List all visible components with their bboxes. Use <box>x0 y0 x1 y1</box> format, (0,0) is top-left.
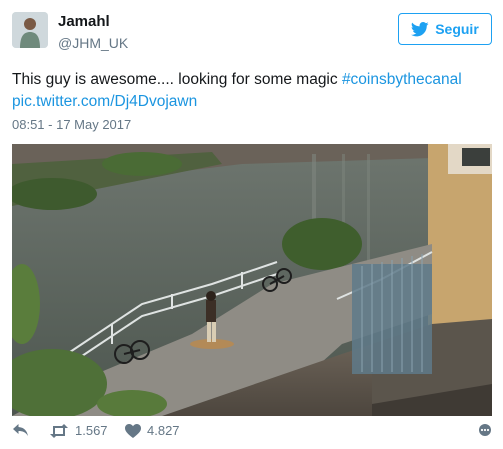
hashtag-link[interactable]: #coinsbythecanal <box>342 71 462 88</box>
twitter-bird-icon <box>411 21 429 37</box>
heart-icon <box>125 423 141 438</box>
like-count: 4.827 <box>147 423 180 438</box>
reply-icon <box>12 423 29 437</box>
avatar-image <box>12 12 48 48</box>
author-name[interactable]: Jamahl <box>58 13 110 30</box>
tweet-media[interactable] <box>12 144 492 416</box>
tweet-timestamp[interactable]: 08:51 - 17 May 2017 <box>12 117 131 132</box>
more-button[interactable] <box>478 423 492 437</box>
tweet-text: This guy is awesome.... looking for some… <box>12 69 492 113</box>
author-handle[interactable]: @JHM_UK <box>58 35 128 51</box>
more-icon <box>478 423 492 437</box>
retweet-icon <box>49 423 69 438</box>
like-button[interactable]: 4.827 <box>125 423 180 438</box>
follow-label: Seguir <box>435 21 479 37</box>
retweet-count: 1.567 <box>75 423 108 438</box>
tweet-card: Jamahl @JHM_UK Seguir This guy is awesom… <box>0 0 503 449</box>
reply-button[interactable] <box>12 423 29 437</box>
canal-photo <box>12 144 492 416</box>
media-link[interactable]: pic.twitter.com/Dj4Dvojawn <box>12 93 197 110</box>
tweet-body: This guy is awesome.... looking for some… <box>12 71 342 88</box>
tweet-actions: 1.567 4.827 <box>12 423 492 445</box>
follow-button[interactable]: Seguir <box>398 13 492 45</box>
avatar[interactable] <box>12 12 48 48</box>
retweet-button[interactable]: 1.567 <box>49 423 108 438</box>
